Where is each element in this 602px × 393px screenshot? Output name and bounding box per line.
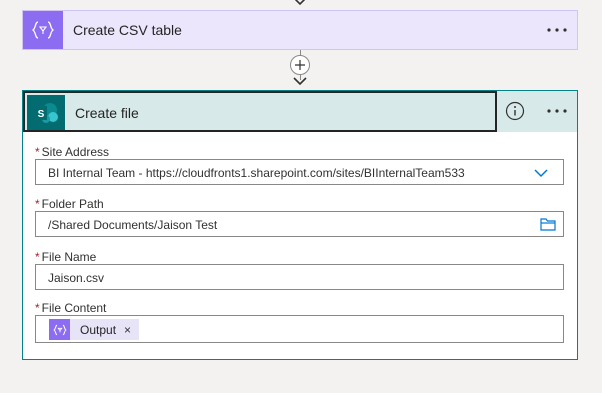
csv-card-title: Create CSV table bbox=[73, 22, 182, 38]
sharepoint-icon: S bbox=[27, 95, 65, 130]
folder-path-value: /Shared Documents/Jaison Test bbox=[48, 218, 218, 232]
curly-braces-filter-icon bbox=[23, 11, 63, 49]
file-content-label: * File Content bbox=[35, 301, 107, 315]
info-icon[interactable] bbox=[505, 101, 525, 121]
file-name-input[interactable]: Jaison.csv bbox=[35, 264, 564, 290]
svg-text:S: S bbox=[38, 109, 45, 120]
chevron-down-icon[interactable] bbox=[533, 167, 549, 179]
folder-path-input[interactable]: /Shared Documents/Jaison Test bbox=[35, 211, 564, 237]
file-more-options-icon[interactable] bbox=[544, 101, 570, 121]
site-address-value: BI Internal Team - https://cloudfronts1.… bbox=[48, 166, 465, 180]
file-name-label: * File Name bbox=[35, 250, 97, 264]
file-card-title: Create file bbox=[75, 105, 139, 121]
flow-arrow-icon bbox=[293, 77, 307, 86]
remove-token-icon[interactable]: × bbox=[124, 323, 131, 337]
create-file-card: S Create file * Site Address BI Internal … bbox=[22, 90, 578, 360]
plus-icon bbox=[295, 60, 305, 70]
flow-arrow-icon bbox=[294, 0, 306, 6]
file-content-input[interactable]: Output × bbox=[35, 315, 564, 343]
folder-path-label: * Folder Path bbox=[35, 197, 104, 211]
folder-picker-icon[interactable] bbox=[540, 217, 556, 231]
output-token-label: Output bbox=[80, 322, 117, 337]
site-address-label: * Site Address bbox=[35, 145, 110, 159]
create-csv-table-card[interactable]: Create CSV table bbox=[22, 10, 578, 50]
csv-more-options-icon[interactable] bbox=[544, 20, 570, 40]
curly-braces-filter-icon bbox=[49, 319, 70, 340]
insert-step-button[interactable] bbox=[290, 55, 310, 75]
create-file-title-bar[interactable]: S Create file bbox=[23, 91, 497, 132]
create-file-header: S Create file bbox=[23, 91, 577, 132]
output-token[interactable]: Output × bbox=[49, 319, 140, 340]
file-name-value: Jaison.csv bbox=[48, 271, 105, 285]
site-address-dropdown[interactable]: BI Internal Team - https://cloudfronts1.… bbox=[35, 159, 564, 185]
